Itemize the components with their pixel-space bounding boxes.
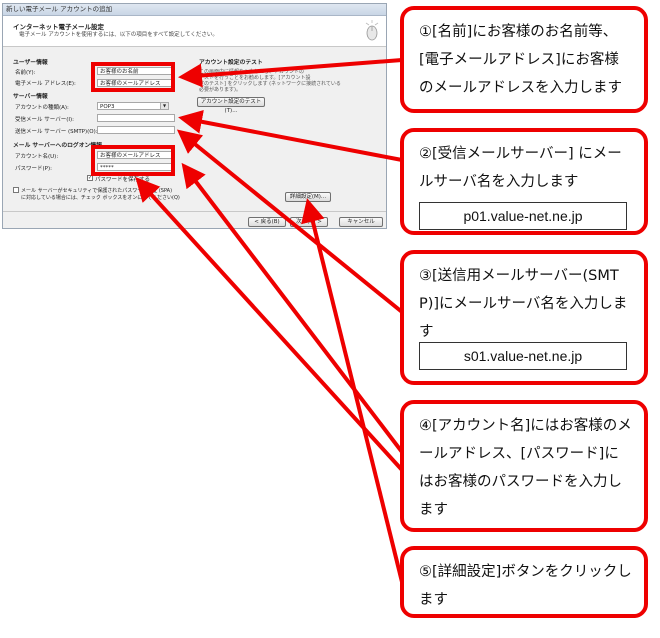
spa-label-line2: に対応している場合には、チェック ボックスをオンにしてください(Q) [21,195,180,201]
callout-2-text: ②[受信メールサーバー] にメールサーバ名を入力します [419,146,622,190]
test-account-button[interactable]: アカウント設定のテスト(T)... [197,97,265,114]
callout-1-text: ①[名前]にお客様のお名前等、[電子メールアドレス]にお客様のメールアドレスを入… [419,24,622,96]
callout-5-text: ⑤[詳細設定]ボタンをクリックします [419,564,632,608]
outgoing-server-name: s01.value-net.ne.jp [419,342,627,370]
outgoing-server-input[interactable] [97,126,175,134]
logon-heading: メール サーバーへのログオン情報 [13,143,102,149]
callout-3: ③[送信用メールサーバー(SMTP)]にメールサーバ名を入力します s01.va… [400,250,648,385]
remember-password-label: パスワードを保存する [95,177,151,183]
spa-label-line1: メール サーバーがセキュリティで保護されたパスワード認証 (SPA) [21,188,173,194]
callout-4-text: ④[アカウント名]にはお客様のメールアドレス、[パスワード]にはお客様のパスワー… [419,418,632,518]
more-settings-button[interactable]: 詳細設定(M)... [285,192,331,202]
callout-4: ④[アカウント名]にはお客様のメールアドレス、[パスワード]にはお客様のパスワー… [400,400,648,532]
arrow-5 [301,198,404,583]
header-subtitle: 電子メール アカウントを使用するには、以下の項目をすべて設定してください。 [19,32,218,38]
outgoing-server-label: 送信メール サーバー (SMTP)(O): [15,129,98,135]
callout-2: ②[受信メールサーバー] にメールサーバ名を入力します p01.value-ne… [400,128,648,235]
next-button[interactable]: 次へ(N) > [290,217,328,227]
password-label: パスワード(P): [15,166,52,172]
footer-divider [3,211,386,212]
account-type-value: POP3 [100,104,115,110]
dialog-header: インターネット電子メール設定 電子メール アカウントを使用するには、以下の項目を… [3,16,386,47]
account-type-select[interactable]: POP3 ▼ [97,102,169,110]
spa-checkbox[interactable] [13,187,19,193]
callout-1: ①[名前]にお客様のお名前等、[電子メールアドレス]にお客様のメールアドレスを入… [400,6,648,113]
incoming-server-name: p01.value-net.ne.jp [419,202,627,230]
cancel-button[interactable]: キャンセル [339,217,383,227]
account-type-label: アカウントの種類(A): [15,105,69,111]
test-info: この画面内に情報を入力したら、アカウントの テストを行うことをお勧めします。[ア… [199,69,341,93]
test-info-line: 必要があります)。 [199,87,241,93]
name-email-highlight [91,62,175,92]
dropdown-arrow-icon[interactable]: ▼ [160,103,168,109]
email-label: 電子メール アドレス(E): [15,81,76,87]
dialog-title: 新しい電子メール アカウントの追加 [3,4,386,16]
callout-3-text: ③[送信用メールサーバー(SMTP)]にメールサーバ名を入力します [419,268,628,340]
server-info-heading: サーバー情報 [13,94,48,100]
callout-5: ⑤[詳細設定]ボタンをクリックします [400,546,648,618]
account-name-label: アカウント名(U): [15,154,59,160]
name-label: 名前(Y): [15,70,36,76]
user-info-heading: ユーザー情報 [13,60,48,66]
account-setup-dialog: 新しい電子メール アカウントの追加 インターネット電子メール設定 電子メール ア… [2,3,387,229]
back-button[interactable]: < 戻る(B) [248,217,286,227]
incoming-server-label: 受信メール サーバー(I): [15,117,74,123]
incoming-server-input[interactable] [97,114,175,122]
mouse-icon [365,20,379,41]
account-password-highlight [91,145,175,176]
test-heading: アカウント設定のテスト [199,60,263,66]
